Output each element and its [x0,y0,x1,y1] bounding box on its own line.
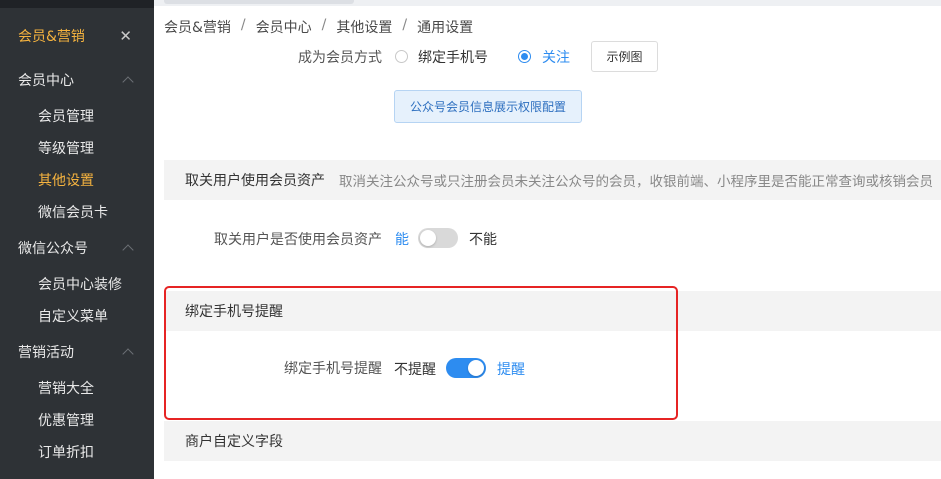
sidebar-title: 会员&营销 [18,29,85,45]
chevron-up-icon [122,76,134,88]
sidebar-item-member-center-decor[interactable]: 会员中心装修 [0,268,154,300]
bind-phone-option-off: 不提醒 [394,362,436,378]
close-icon[interactable]: ✕ [119,27,132,45]
sidebar-group-label: 微信公众号 [18,241,88,257]
unfollow-assets-switch[interactable] [418,228,458,248]
breadcrumb-separator: / [240,17,246,33]
sidebar-item-label: 微信会员卡 [38,205,108,221]
breadcrumb: 会员&营销 / 会员中心 / 其他设置 / 通用设置 [164,17,473,37]
bind-phone-option-on: 提醒 [497,362,525,378]
sidebar-item-label: 自定义菜单 [38,309,108,325]
sidebar-item-label: 等级管理 [38,141,94,157]
breadcrumb-item[interactable]: 会员&营销 [164,17,231,37]
example-image-button[interactable]: 示例图 [591,41,658,72]
section-title: 商户自定义字段 [185,434,283,450]
section-title: 取关用户使用会员资产 [185,173,325,189]
sidebar-item-label: 营销大全 [38,381,94,397]
sidebar-item-label: 优惠管理 [38,413,94,429]
sidebar-item-order-discount[interactable]: 订单折扣 [0,436,154,468]
section-custom-fields: 商户自定义字段 [164,421,941,461]
chevron-up-icon [122,244,134,256]
sidebar-item-label: 会员管理 [38,109,94,125]
sidebar-group-marketing[interactable]: 营销活动 [0,336,154,368]
sidebar-item-discount-manage[interactable]: 优惠管理 [0,404,154,436]
section-description: 取消关注公众号或只注册会员未关注公众号的会员，收银前端、小程序里是否能正常查询或… [339,174,933,190]
sidebar-item-custom-menu[interactable]: 自定义菜单 [0,300,154,332]
sidebar-header: 会员&营销 ✕ [0,18,154,54]
breadcrumb-separator: / [402,17,408,33]
unfollow-row-label: 取关用户是否使用会员资产 [214,232,382,248]
sidebar-group-member-center[interactable]: 会员中心 [0,64,154,96]
unfollow-option-yes: 能 [395,232,409,248]
sidebar: 会员&营销 ✕ 会员中心 会员管理 等级管理 其他设置 微信会员卡 微信公众号 … [0,0,154,479]
section-title: 绑定手机号提醒 [185,304,283,320]
radio-follow-label[interactable]: 关注 [542,47,570,67]
radio-bind-phone-label[interactable]: 绑定手机号 [418,47,488,67]
bind-phone-reminder-switch[interactable] [446,358,486,378]
sidebar-item-label: 会员中心装修 [38,277,122,293]
sidebar-item-member-manage[interactable]: 会员管理 [0,100,154,132]
radio-follow[interactable] [518,50,531,63]
top-tab-strip [154,0,941,6]
section-unfollow-assets: 取关用户使用会员资产 取消关注公众号或只注册会员未关注公众号的会员，收银前端、小… [164,160,941,200]
breadcrumb-item[interactable]: 其他设置 [336,17,392,37]
sidebar-item-label: 其他设置 [38,173,94,189]
chevron-up-icon [122,348,134,360]
sidebar-group-label: 会员中心 [18,73,74,89]
bind-phone-row-label: 绑定手机号提醒 [284,361,382,377]
sidebar-item-other-settings[interactable]: 其他设置 [0,164,154,196]
sidebar-group-wechat-official[interactable]: 微信公众号 [0,232,154,264]
breadcrumb-item[interactable]: 会员中心 [256,17,312,37]
unfollow-option-no: 不能 [469,232,497,248]
permission-config-button[interactable]: 公众号会员信息展示权限配置 [394,90,582,123]
breadcrumb-item-current: 通用设置 [417,20,474,36]
member-mode-label: 成为会员方式 [298,50,382,66]
section-bind-phone-reminder: 绑定手机号提醒 [164,291,941,331]
breadcrumb-separator: / [321,17,327,33]
sidebar-item-level-manage[interactable]: 等级管理 [0,132,154,164]
radio-bind-phone[interactable] [395,50,408,63]
sidebar-item-marketing-all[interactable]: 营销大全 [0,372,154,404]
sidebar-item-wechat-card[interactable]: 微信会员卡 [0,196,154,228]
sidebar-item-label: 订单折扣 [38,445,94,461]
top-tab[interactable] [164,0,354,4]
sidebar-group-label: 营销活动 [18,345,74,361]
sidebar-top-band [0,0,154,8]
